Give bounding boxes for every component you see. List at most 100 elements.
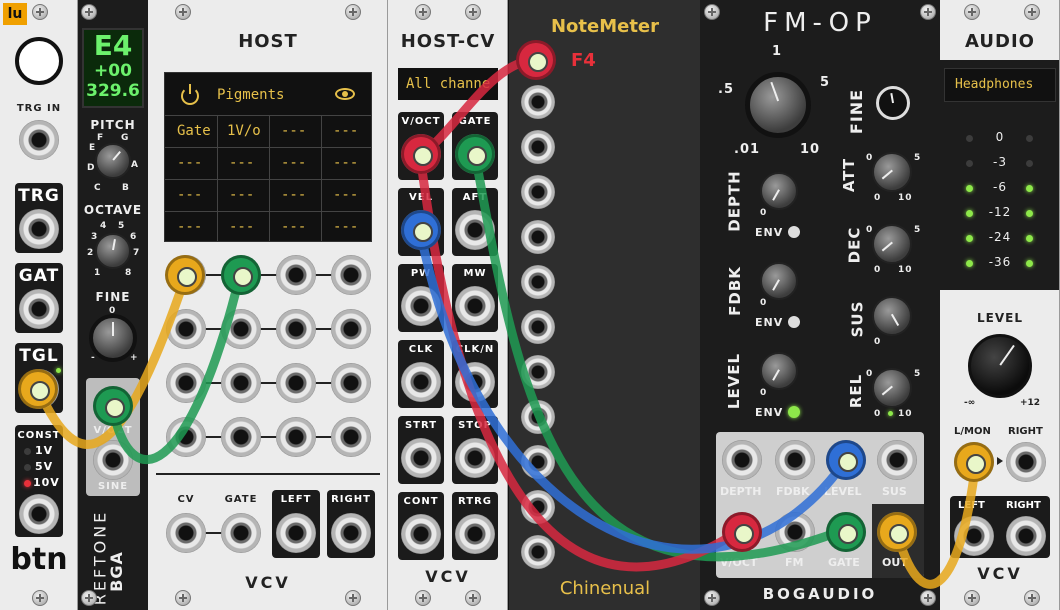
device-select[interactable]: Headphones	[944, 68, 1056, 102]
fine-knob[interactable]	[89, 314, 137, 362]
const-1v-led[interactable]	[24, 448, 31, 455]
eye-icon[interactable]	[335, 88, 355, 100]
voct-in-jack[interactable]	[521, 535, 555, 569]
pitch-knob[interactable]	[95, 143, 131, 179]
param-cell[interactable]: ---	[333, 123, 358, 139]
param-jack[interactable]	[221, 417, 261, 457]
param-jack[interactable]	[166, 309, 206, 349]
trg-in-jack[interactable]	[19, 120, 59, 160]
rel-knob[interactable]	[872, 368, 912, 408]
param-cell[interactable]: ---	[177, 155, 202, 171]
param-cell[interactable]: Gate	[177, 123, 211, 139]
yellow-plug[interactable]	[18, 369, 58, 409]
const-out-jack[interactable]	[19, 494, 59, 534]
depth-cv-jack[interactable]	[722, 440, 762, 480]
param-jack[interactable]	[331, 363, 371, 403]
blue-plug[interactable]	[826, 440, 866, 480]
left-out-jack[interactable]	[954, 516, 994, 556]
fdbk-env-button[interactable]	[788, 316, 800, 328]
fine-knob[interactable]	[876, 86, 910, 120]
param-jack[interactable]	[331, 309, 371, 349]
blue-plug[interactable]	[401, 210, 441, 250]
level-knob[interactable]	[760, 352, 798, 390]
trg-out-jack[interactable]	[19, 209, 59, 249]
trigger-push-button[interactable]	[15, 37, 63, 85]
param-cell[interactable]: ---	[333, 155, 358, 171]
fm-in-jack[interactable]	[775, 512, 815, 552]
red-plug[interactable]	[722, 512, 762, 552]
sus-cv-jack[interactable]	[877, 440, 917, 480]
octave-knob[interactable]	[95, 233, 131, 269]
param-cell[interactable]: ---	[177, 219, 202, 235]
param-jack[interactable]	[221, 309, 261, 349]
mw-out-jack[interactable]	[455, 286, 495, 326]
sus-knob[interactable]	[872, 296, 912, 336]
green-plug[interactable]	[93, 386, 133, 426]
rtrg-out-jack[interactable]	[455, 514, 495, 554]
strt-out-jack[interactable]	[401, 438, 441, 478]
param-cell[interactable]: ---	[229, 187, 254, 203]
param-cell[interactable]: ---	[281, 155, 306, 171]
param-jack[interactable]	[331, 255, 371, 295]
clkn-out-jack[interactable]	[455, 362, 495, 402]
param-jack[interactable]	[166, 363, 206, 403]
voct-in-jack[interactable]	[521, 220, 555, 254]
param-cell[interactable]: ---	[229, 219, 254, 235]
right-in-jack[interactable]	[1006, 442, 1046, 482]
dec-knob[interactable]	[872, 224, 912, 264]
plugin-name[interactable]: Pigments	[217, 87, 284, 103]
param-jack[interactable]	[276, 255, 316, 295]
clk-out-jack[interactable]	[401, 362, 441, 402]
green-plug[interactable]	[455, 134, 495, 174]
param-cell[interactable]: ---	[281, 219, 306, 235]
voct-in-jack[interactable]	[521, 355, 555, 389]
param-jack[interactable]	[276, 363, 316, 403]
voct-in-jack[interactable]	[521, 265, 555, 299]
green-plug[interactable]	[826, 512, 866, 552]
stop-out-jack[interactable]	[455, 438, 495, 478]
red-plug[interactable]	[516, 40, 556, 80]
param-cell[interactable]: ---	[281, 123, 306, 139]
pw-out-jack[interactable]	[401, 286, 441, 326]
cont-out-jack[interactable]	[401, 514, 441, 554]
voct-in-jack[interactable]	[521, 445, 555, 479]
const-10v-led[interactable]	[24, 480, 31, 487]
param-cell[interactable]: 1V/o	[227, 123, 261, 139]
fdbk-knob[interactable]	[760, 262, 798, 300]
param-cell[interactable]: ---	[281, 187, 306, 203]
param-jack[interactable]	[166, 417, 206, 457]
att-knob[interactable]	[872, 152, 912, 192]
param-cell[interactable]: ---	[333, 187, 358, 203]
param-jack[interactable]	[221, 363, 261, 403]
param-cell[interactable]: ---	[177, 187, 202, 203]
ratio-knob[interactable]	[745, 72, 811, 138]
red-plug[interactable]	[401, 134, 441, 174]
aft-out-jack[interactable]	[455, 210, 495, 250]
cv-in-jack[interactable]	[166, 513, 206, 553]
voct-in-jack[interactable]	[521, 85, 555, 119]
voct-in-jack[interactable]	[521, 400, 555, 434]
right-out-jack[interactable]	[331, 513, 371, 553]
gate-in-jack[interactable]	[221, 513, 261, 553]
level-env-button[interactable]	[788, 406, 800, 418]
voct-in-jack[interactable]	[521, 490, 555, 524]
left-out-jack[interactable]	[276, 513, 316, 553]
sine-out-jack[interactable]	[93, 440, 133, 480]
voct-in-jack[interactable]	[521, 175, 555, 209]
voct-in-jack[interactable]	[521, 130, 555, 164]
green-plug[interactable]	[221, 255, 261, 295]
const-5v-led[interactable]	[24, 464, 31, 471]
param-jack[interactable]	[276, 417, 316, 457]
right-out-jack[interactable]	[1006, 516, 1046, 556]
param-jack[interactable]	[331, 417, 371, 457]
yellow-plug[interactable]	[954, 442, 994, 482]
depth-knob[interactable]	[760, 172, 798, 210]
param-jack[interactable]	[276, 309, 316, 349]
channel-select[interactable]: All channe	[398, 68, 498, 100]
level-knob[interactable]	[968, 334, 1032, 398]
param-cell[interactable]: ---	[333, 219, 358, 235]
voct-in-jack[interactable]	[521, 310, 555, 344]
fdbk-cv-jack[interactable]	[775, 440, 815, 480]
gat-out-jack[interactable]	[19, 289, 59, 329]
yellow-plug[interactable]	[165, 255, 205, 295]
